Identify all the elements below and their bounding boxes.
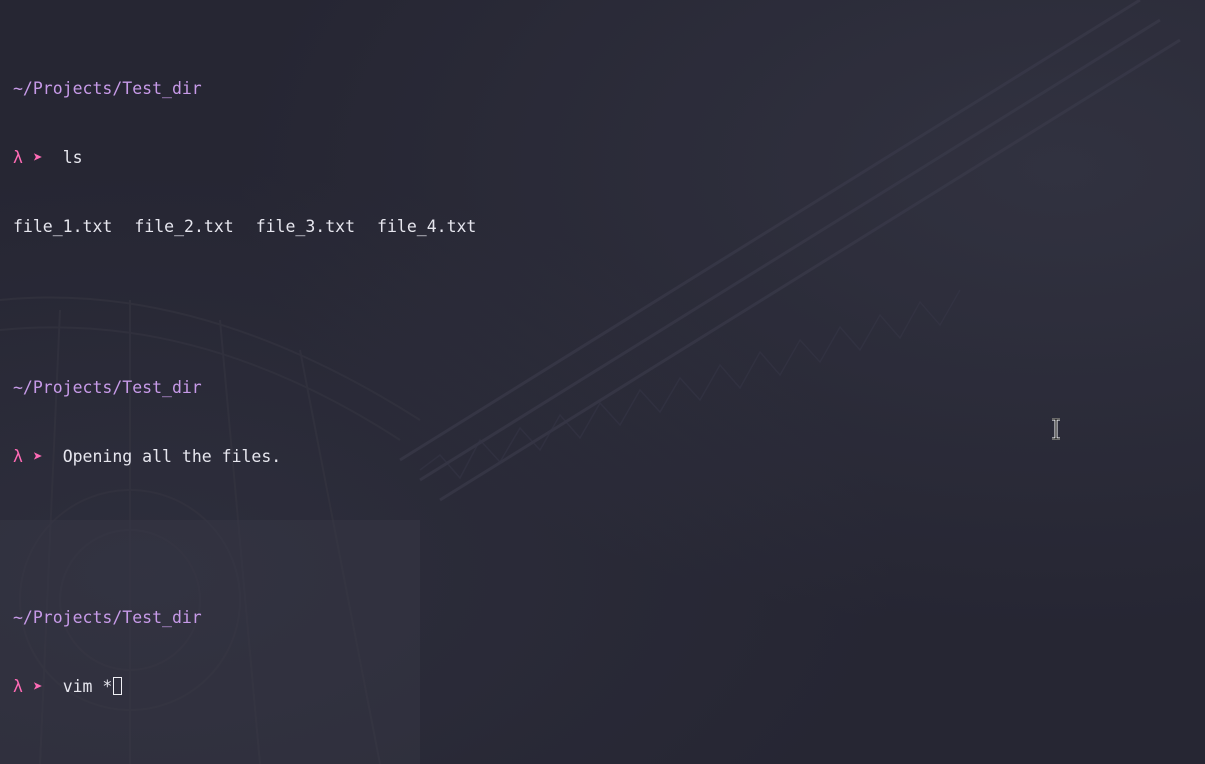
prompt-line: λ ➤ ls <box>13 146 498 169</box>
prompt-line-active[interactable]: λ ➤ vim * <box>13 675 498 698</box>
prompt-path: ~/Projects/Test_dir <box>13 608 202 627</box>
prompt-line: λ ➤ Opening all the files. <box>13 445 498 468</box>
file-entry: file_1.txt <box>13 217 113 236</box>
prompt-path: ~/Projects/Test_dir <box>13 79 202 98</box>
lambda-prompt-icon: λ ➤ <box>13 677 43 696</box>
prompt-path: ~/Projects/Test_dir <box>13 378 202 397</box>
text-cursor <box>113 677 123 695</box>
command-input[interactable]: vim * <box>63 677 113 696</box>
file-entry: file_2.txt <box>134 217 234 236</box>
file-entry: file_3.txt <box>255 217 356 236</box>
lambda-prompt-icon: λ ➤ <box>13 447 43 466</box>
command-text: Opening all the files. <box>62 447 282 466</box>
file-entry: file_4.txt <box>377 217 477 236</box>
command-text: ls <box>62 148 83 167</box>
i-beam-cursor-icon <box>1052 418 1060 440</box>
command-output: file_1.txt file_2.txt file_3.txt file_4.txt <box>13 215 498 238</box>
lambda-prompt-icon: λ ➤ <box>13 148 43 167</box>
terminal-output[interactable]: ~/Projects/Test_dir λ ➤ ls file_1.txt fil… <box>13 31 498 721</box>
